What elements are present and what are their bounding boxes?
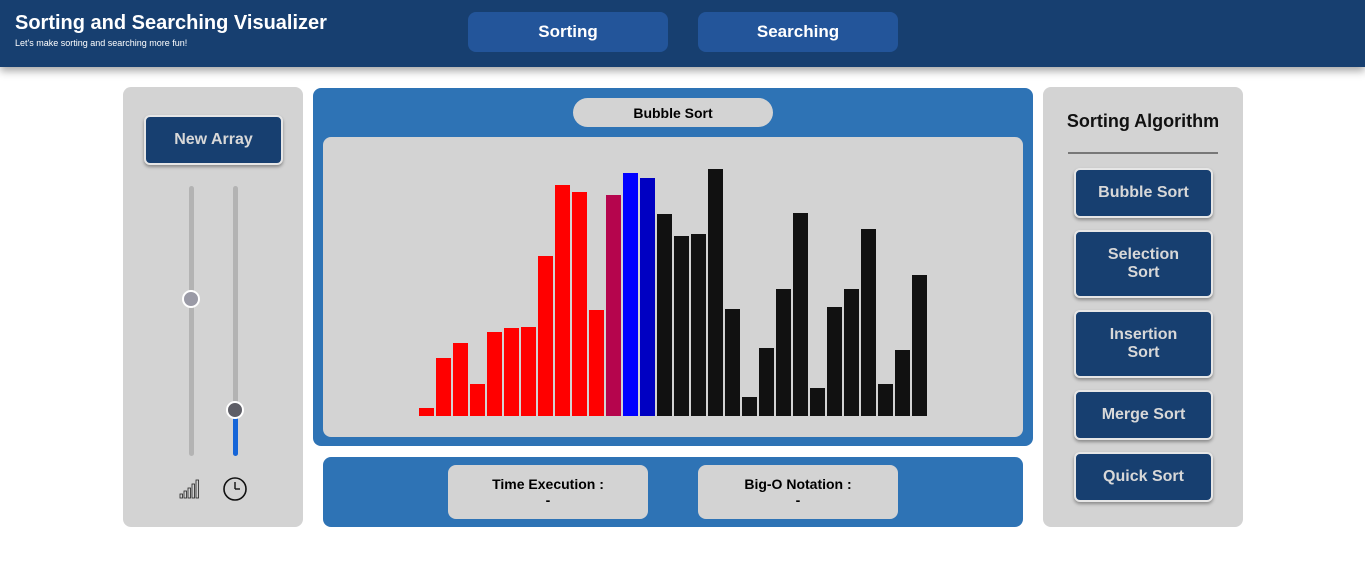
array-bar — [895, 350, 910, 416]
array-bar — [470, 384, 485, 416]
array-bar — [742, 397, 757, 416]
array-bar — [844, 289, 859, 416]
selection-sort-button[interactable]: Selection Sort — [1074, 230, 1213, 298]
array-bar — [657, 214, 672, 416]
current-algorithm-label: Bubble Sort — [573, 98, 773, 127]
merge-sort-button[interactable]: Merge Sort — [1074, 390, 1213, 440]
array-bar — [419, 408, 434, 416]
array-bar — [555, 185, 570, 416]
algorithm-panel-title: Sorting Algorithm — [1066, 111, 1220, 131]
time-execution-box: Time Execution : - — [448, 465, 648, 519]
array-bar — [538, 256, 553, 416]
array-bar — [878, 384, 893, 416]
array-bar — [572, 192, 587, 416]
bar-chart-area — [323, 137, 1023, 437]
time-execution-value: - — [545, 492, 551, 508]
array-bar — [487, 332, 502, 416]
array-bar — [436, 358, 451, 416]
array-bar — [691, 234, 706, 416]
app-subtitle: Let's make sorting and searching more fu… — [15, 38, 188, 48]
new-array-button[interactable]: New Array — [144, 115, 283, 165]
quick-sort-button[interactable]: Quick Sort — [1074, 452, 1213, 502]
array-bar — [623, 173, 638, 416]
app-title: Sorting and Searching Visualizer — [15, 12, 327, 34]
insertion-sort-button[interactable]: Insertion Sort — [1074, 310, 1213, 378]
clock-icon — [223, 477, 247, 501]
array-bar — [912, 275, 927, 416]
array-bar — [504, 328, 519, 416]
array-bar — [776, 289, 791, 416]
array-bar — [606, 195, 621, 416]
array-bar — [453, 343, 468, 416]
bubble-sort-button[interactable]: Bubble Sort — [1074, 168, 1213, 218]
nav-sorting-button[interactable]: Sorting — [468, 12, 668, 52]
array-bar — [708, 169, 723, 416]
array-bar — [759, 348, 774, 416]
speed-slider-thumb[interactable] — [226, 401, 244, 420]
array-bar — [674, 236, 689, 416]
array-bar — [827, 307, 842, 416]
array-size-slider-track[interactable] — [189, 186, 194, 456]
stats-panel — [323, 457, 1023, 527]
time-execution-label: Time Execution : — [492, 476, 604, 492]
array-bar — [521, 327, 536, 416]
big-o-label: Big-O Notation : — [744, 476, 852, 492]
signal-bars-icon — [179, 479, 199, 499]
array-bar — [793, 213, 808, 416]
algorithm-panel-divider — [1068, 152, 1218, 154]
big-o-box: Big-O Notation : - — [698, 465, 898, 519]
array-bar — [725, 309, 740, 416]
array-bar — [589, 310, 604, 416]
array-bar — [810, 388, 825, 416]
array-bars-chart — [419, 169, 927, 416]
array-bar — [640, 178, 655, 416]
nav-searching-button[interactable]: Searching — [698, 12, 898, 52]
array-bar — [861, 229, 876, 416]
app-header: Sorting and Searching Visualizer Let's m… — [0, 0, 1365, 67]
big-o-value: - — [795, 492, 801, 508]
